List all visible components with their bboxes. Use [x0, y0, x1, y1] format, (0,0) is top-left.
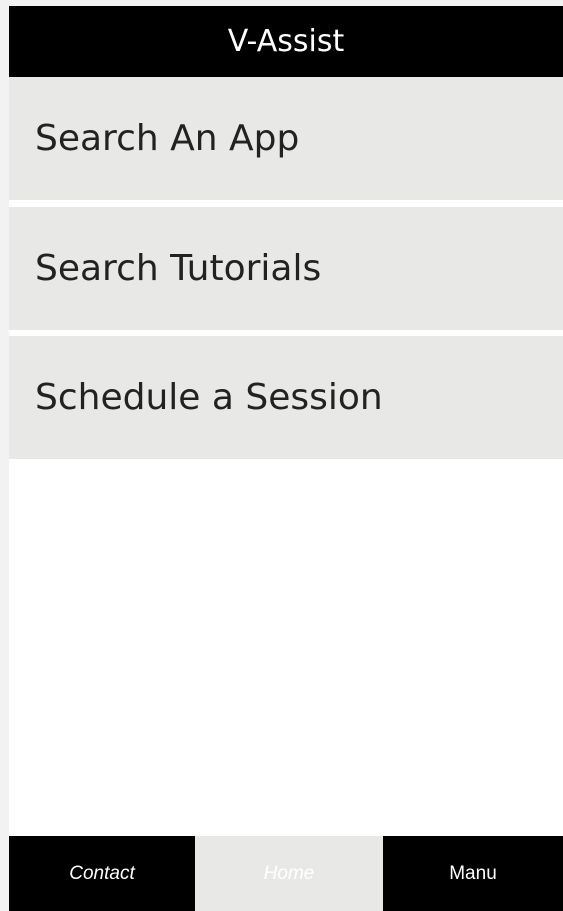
tab-manu-label: Manu	[449, 862, 497, 884]
app-header: V-Assist	[9, 6, 563, 77]
search-app-label: Search An App	[35, 118, 300, 159]
search-tutorials-button[interactable]: Search Tutorials	[9, 207, 563, 330]
schedule-session-label: Schedule a Session	[35, 377, 383, 418]
tab-contact-label: Contact	[69, 862, 135, 884]
schedule-session-button[interactable]: Schedule a Session	[9, 336, 563, 459]
tab-home-label: Home	[263, 862, 315, 884]
search-tutorials-label: Search Tutorials	[35, 248, 322, 289]
search-app-button[interactable]: Search An App	[9, 77, 563, 200]
tab-contact[interactable]: Contact	[9, 836, 195, 911]
app-title: V-Assist	[227, 24, 345, 59]
tab-home[interactable]: Home	[195, 836, 383, 911]
bottom-nav: Contact Home Manu	[9, 836, 563, 911]
app-screen: V-Assist Search An App Search Tutorials …	[9, 6, 563, 911]
tab-manu[interactable]: Manu	[383, 836, 563, 911]
